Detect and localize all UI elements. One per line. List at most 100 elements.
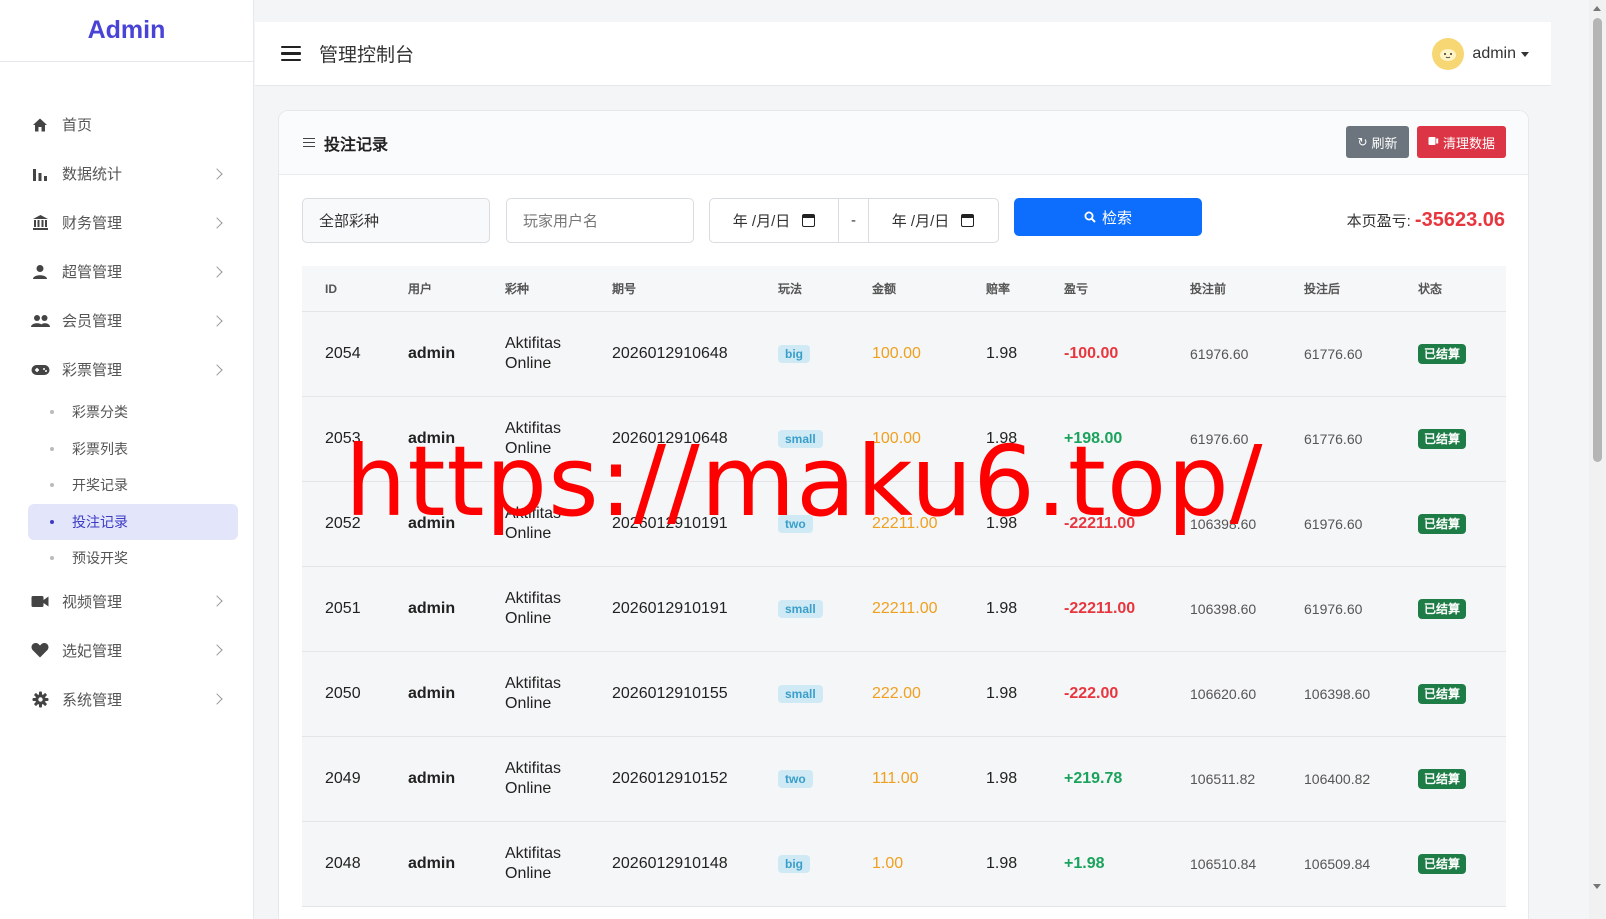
calendar-icon[interactable] bbox=[961, 214, 975, 227]
cell-period: 2026012910148 bbox=[612, 855, 728, 872]
col-header-amount[interactable]: 金额 bbox=[872, 280, 896, 297]
table-row[interactable]: 2048 admin Aktifitas Online 2026012910148 big… bbox=[302, 822, 1506, 907]
menu-toggle-icon[interactable] bbox=[281, 45, 301, 62]
col-header-after[interactable]: 投注后 bbox=[1304, 280, 1340, 297]
chevron-right-icon bbox=[211, 265, 223, 278]
cell-play: small bbox=[778, 430, 823, 448]
lottery-select[interactable]: 全部彩种 bbox=[302, 198, 490, 243]
bullet-icon bbox=[50, 483, 54, 488]
cell-odds: 1.98 bbox=[986, 770, 1018, 787]
sidebar-item-home[interactable]: 首页 bbox=[0, 100, 253, 149]
user-menu[interactable]: admin bbox=[1432, 38, 1529, 70]
col-header-lottery[interactable]: 彩种 bbox=[505, 280, 529, 297]
table-row[interactable]: 2053 admin Aktifitas Online 2026012910648 sma… bbox=[302, 397, 1506, 482]
sidebar-item-finance[interactable]: 财务管理 bbox=[0, 198, 253, 247]
cell-profit: -22211.00 bbox=[1064, 515, 1136, 532]
status-badge: 已结算 bbox=[1418, 769, 1467, 789]
chevron-right-icon bbox=[211, 363, 223, 376]
cell-profit: +198.00 bbox=[1064, 430, 1123, 447]
col-header-user[interactable]: 用户 bbox=[408, 280, 432, 297]
cell-amount: 100.00 bbox=[872, 345, 921, 362]
cell-after: 106509.84 bbox=[1304, 856, 1371, 872]
play-type-badge: big bbox=[778, 345, 810, 363]
cell-id: 2049 bbox=[325, 770, 361, 787]
scroll-down-icon[interactable] bbox=[1593, 884, 1601, 889]
sidebar-item-concubine[interactable]: 选妃管理 bbox=[0, 626, 253, 675]
play-type-badge: small bbox=[778, 685, 823, 703]
col-header-play[interactable]: 玩法 bbox=[778, 280, 802, 297]
calendar-icon[interactable] bbox=[802, 214, 816, 227]
table-row[interactable]: 2049 admin Aktifitas Online 2026012910152 two… bbox=[302, 737, 1506, 822]
scroll-up-icon[interactable] bbox=[1593, 6, 1601, 11]
chevron-right-icon bbox=[211, 595, 223, 607]
sidebar-item-video[interactable]: 视频管理 bbox=[0, 577, 253, 626]
cell-amount: 22211.00 bbox=[872, 600, 938, 617]
sub-item-label: 彩票列表 bbox=[72, 440, 128, 457]
cell-lottery: Aktifitas Online bbox=[505, 334, 561, 374]
col-header-id[interactable]: ID bbox=[325, 282, 337, 296]
cell-after: 61776.60 bbox=[1304, 431, 1363, 447]
col-header-profit[interactable]: 盈亏 bbox=[1064, 280, 1088, 297]
start-date-input[interactable]: 年 /月/日 bbox=[710, 199, 838, 242]
col-header-status[interactable]: 状态 bbox=[1418, 280, 1442, 297]
sidebar-item-label: 选妃管理 bbox=[62, 642, 123, 660]
bank-icon bbox=[30, 213, 50, 233]
clear-data-button[interactable]: 清理数据 bbox=[1417, 126, 1506, 158]
lottery-name-line: Online bbox=[505, 695, 552, 712]
gear-icon bbox=[30, 689, 50, 709]
sub-item-lottery-category[interactable]: 彩票分类 bbox=[28, 394, 238, 431]
cell-amount: 22211.00 bbox=[872, 515, 938, 532]
avatar bbox=[1432, 38, 1465, 70]
brand-logo[interactable]: Admin bbox=[0, 0, 253, 62]
page-profit-label: 本页盈亏: bbox=[1346, 213, 1415, 230]
sub-item-lottery-list[interactable]: 彩票列表 bbox=[28, 431, 238, 468]
col-header-period[interactable]: 期号 bbox=[612, 280, 636, 297]
sidebar-item-label: 视频管理 bbox=[62, 593, 123, 611]
cell-id: 2051 bbox=[325, 600, 361, 617]
cell-play: big bbox=[778, 855, 810, 873]
sidebar-item-superadmin[interactable]: 超管管理 bbox=[0, 247, 253, 296]
cell-odds: 1.98 bbox=[986, 515, 1018, 532]
lottery-name-line: Online bbox=[505, 610, 552, 627]
cell-before: 106510.84 bbox=[1190, 856, 1257, 872]
sidebar-item-label: 会员管理 bbox=[62, 313, 123, 330]
table-row[interactable]: 2054 admin Aktifitas Online 2026012910648 big… bbox=[302, 312, 1506, 397]
player-username-input[interactable]: 玩家用户名 bbox=[506, 198, 694, 243]
sidebar-item-label: 超管管理 bbox=[62, 264, 123, 281]
sidebar-item-lottery[interactable]: 彩票管理 bbox=[0, 345, 253, 394]
cell-user: admin bbox=[408, 770, 456, 787]
table-row[interactable]: 2050 admin Aktifitas Online 2026012910155 sma… bbox=[302, 652, 1506, 737]
cell-period: 2026012910191 bbox=[612, 515, 728, 532]
page-scrollbar[interactable] bbox=[1589, 0, 1606, 919]
cell-after: 61776.60 bbox=[1304, 346, 1363, 362]
sub-item-preset-draw[interactable]: 预设开奖 bbox=[28, 540, 238, 577]
bullet-icon bbox=[50, 446, 54, 451]
date-separator: - bbox=[838, 199, 869, 242]
sidebar-item-system[interactable]: 系统管理 bbox=[0, 675, 253, 724]
card-title: 投注记录 bbox=[324, 136, 389, 154]
cell-before: 106398.60 bbox=[1190, 601, 1257, 617]
cell-lottery: Aktifitas Online bbox=[505, 674, 561, 714]
col-header-before[interactable]: 投注前 bbox=[1190, 280, 1226, 297]
status-badge: 已结算 bbox=[1418, 429, 1467, 449]
sub-item-bet-records[interactable]: 投注记录 bbox=[28, 503, 238, 540]
sub-item-draw-records[interactable]: 开奖记录 bbox=[28, 467, 238, 504]
cell-before: 106620.60 bbox=[1190, 686, 1257, 702]
refresh-button[interactable]: ↻ 刷新 bbox=[1346, 126, 1409, 158]
status-badge: 已结算 bbox=[1418, 514, 1467, 534]
scroll-thumb[interactable] bbox=[1593, 18, 1602, 462]
sidebar-item-stats[interactable]: 数据统计 bbox=[0, 149, 253, 198]
table-body: 2054 admin Aktifitas Online 2026012910648 big… bbox=[302, 312, 1506, 907]
sidebar-item-members[interactable]: 会员管理 bbox=[0, 296, 253, 345]
date-range: 年 /月/日 - 年 /月/日 bbox=[709, 198, 999, 243]
cell-status: 已结算 bbox=[1418, 344, 1467, 364]
end-date-input[interactable]: 年 /月/日 bbox=[869, 199, 997, 242]
lottery-name-line: Online bbox=[505, 780, 552, 797]
table-row[interactable]: 2052 admin Aktifitas Online 2026012910191 two… bbox=[302, 482, 1506, 567]
table-row[interactable]: 2051 admin Aktifitas Online 2026012910191 sma… bbox=[302, 567, 1506, 652]
sidebar-nav: 首页 数据统计 财务管理 超管管理 会员管理 彩票管理 彩票分类 彩票列表 开奖… bbox=[0, 62, 253, 724]
search-button[interactable]: 检索 bbox=[1014, 198, 1202, 236]
lottery-name-line: Aktifitas bbox=[505, 505, 562, 522]
cell-user: admin bbox=[408, 345, 456, 362]
col-header-odds[interactable]: 赔率 bbox=[986, 280, 1010, 297]
